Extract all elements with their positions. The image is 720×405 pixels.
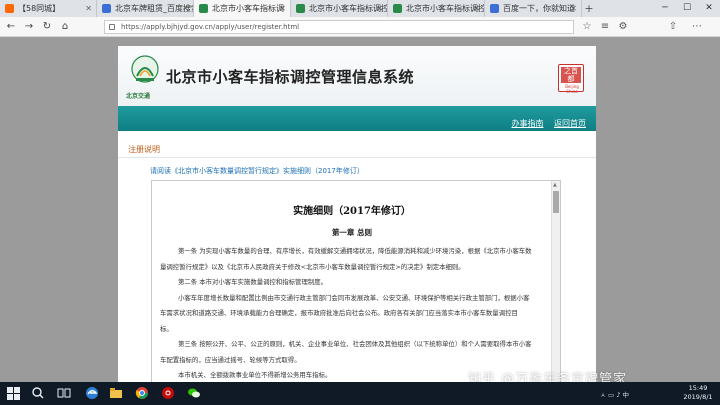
browser-tab[interactable]: 北京市小客车指标调 ✕ (194, 0, 291, 17)
netease-music-icon[interactable] (160, 385, 176, 401)
document-line: 第二条 本市对小客车实施数量调控和指标管理制度。 (178, 278, 328, 286)
address-bar: ← → ↻ ⌂ https://apply.bjhjyd.gov.cn/appl… (0, 17, 720, 37)
close-window-icon[interactable]: ✕ (698, 0, 720, 17)
logo-caption: 北京交通 (126, 93, 151, 100)
system-tray[interactable]: ㅅ ▭ ♪ 中 (600, 389, 629, 399)
document-line: 车配置指标的，应当通过摇号、轮候等方式取得。 (160, 355, 301, 364)
site-header: 北京交通 北京市小客车指标调控管理信息系统 之首都 Beijing China (118, 46, 596, 106)
rules-notice-link[interactable]: 请阅读《北京市小客车数量调控暂行规定》实施细则（2017年修订） (150, 166, 364, 176)
url-input[interactable]: https://apply.bjhjyd.gov.cn/apply/user/r… (104, 20, 574, 34)
emblem-text: 之首都 (561, 67, 581, 83)
back-icon[interactable]: ← (4, 20, 18, 34)
tab-label: 北京市小客车指标调 (212, 4, 284, 13)
tab-close-icon[interactable]: ✕ (85, 0, 92, 17)
rules-document-box[interactable]: 实施细则（2017年修订） 第一章 总则 第一条 为实现小客车数量的合理、有序增… (151, 180, 561, 382)
edge-browser-icon[interactable] (84, 385, 100, 401)
tab-close-icon[interactable]: ✕ (182, 0, 189, 17)
refresh-icon[interactable]: ↻ (40, 20, 54, 34)
tab-favicon-icon (393, 4, 402, 13)
tab-favicon-icon (102, 4, 111, 13)
lock-icon (109, 24, 115, 30)
maximize-icon[interactable]: ☐ (676, 0, 698, 17)
browser-tab[interactable]: 百度一下，你就知道 ✕ (485, 0, 582, 17)
clock-date: 2019/8/1 (683, 393, 713, 401)
document-line: 第一条 为实现小客车数量的合理、有序增长，有效缓解交通拥堵状况，降低能源消耗和减… (178, 247, 532, 255)
url-text: https://apply.bjhjyd.gov.cn/apply/user/r… (121, 23, 300, 31)
minimize-icon[interactable]: ─ (654, 0, 676, 17)
window-controls: ─ ☐ ✕ (654, 0, 720, 17)
wechat-icon[interactable] (186, 385, 202, 401)
home-icon[interactable]: ⌂ (58, 20, 72, 34)
reading-list-icon[interactable]: ≡ (598, 20, 612, 34)
taskbar-clock[interactable]: 15:49 2019/8/1 (680, 384, 716, 402)
new-tab-button[interactable]: + (582, 0, 596, 17)
scroll-up-icon[interactable]: ▲ (553, 182, 557, 188)
document-scrollbar[interactable]: ▲ (551, 181, 560, 382)
document-line: 小客车年度增长数量和配置比例由市交通行政主管部门会同市发展改革、公安交通、环境保… (178, 293, 530, 302)
tab-favicon-icon (5, 4, 14, 13)
tab-close-icon[interactable]: ✕ (376, 0, 383, 17)
scrollbar-thumb[interactable] (553, 191, 559, 213)
forward-icon[interactable]: → (22, 20, 36, 34)
beijing-transport-logo-icon (131, 55, 159, 83)
tab-label: 【58同城】 (18, 4, 61, 13)
tab-close-icon[interactable]: ✕ (473, 0, 480, 17)
clock-time: 15:49 (688, 384, 708, 392)
windows-start-icon[interactable] (5, 385, 21, 401)
emblem-caption: Beijing China (565, 84, 579, 94)
document-line: 第三条 按照公开、公平、公正的原则，机关、企业事业单位、社会团体及其他组织（以下… (178, 340, 532, 348)
nav-link-guide[interactable]: 办事指南 (511, 119, 543, 128)
section-heading: 注册说明 (128, 145, 160, 154)
tab-strip: 【58同城】 ✕ 北京车牌租赁_百度搜索 ✕ 北京市小客车指标调 ✕ 北京市小客车指标调控 ✕… (0, 0, 720, 17)
taskbar: ㅅ ▭ ♪ 中 15:49 2019/8/1 (0, 382, 720, 405)
tab-close-icon[interactable]: ✕ (279, 0, 286, 17)
browser-tab[interactable]: 【58同城】 ✕ (0, 0, 97, 17)
task-view-icon[interactable] (56, 385, 72, 401)
tab-favicon-icon (490, 4, 499, 13)
more-menu-icon[interactable]: ⋯ (690, 20, 704, 34)
browser-tab[interactable]: 北京车牌租赁_百度搜索 ✕ (97, 0, 194, 17)
document-title: 实施细则（2017年修订） (293, 206, 411, 217)
nav-links: 办事指南 返回首页 (503, 118, 586, 129)
site-container: 北京交通 北京市小客车指标调控管理信息系统 之首都 Beijing China … (118, 46, 596, 382)
extensions-icon[interactable]: ⚙ (616, 20, 630, 34)
browser-tab[interactable]: 北京市小客车指标调控 ✕ (388, 0, 485, 17)
chrome-icon[interactable] (134, 385, 150, 401)
file-explorer-icon[interactable] (108, 385, 124, 401)
page-title: 北京市小客车指标调控管理信息系统 (166, 68, 415, 86)
tab-label: 百度一下，你就知道 (503, 4, 575, 13)
page-viewport: 北京交通 北京市小客车指标调控管理信息系统 之首都 Beijing China … (0, 38, 720, 382)
tab-favicon-icon (296, 4, 305, 13)
site-nav-bar: 办事指南 返回首页 (118, 106, 596, 131)
tab-close-icon[interactable]: ✕ (570, 0, 577, 17)
search-icon[interactable] (30, 385, 46, 401)
tab-favicon-icon (199, 4, 208, 13)
nav-link-home[interactable]: 返回首页 (554, 119, 586, 128)
section-heading-bar: 注册说明 (118, 142, 596, 158)
chapter-heading: 第一章 总则 (331, 228, 373, 237)
browser-tab[interactable]: 北京市小客车指标调控 ✕ (291, 0, 388, 17)
document-line: 标。 (160, 324, 173, 333)
share-icon[interactable]: ⇧ (666, 20, 680, 34)
beijing-emblem-icon: 之首都 Beijing China (558, 64, 584, 94)
document-line: 车需求状况和道路交通、环境承载能力合理确定，报市政府批准后向社会公布。政府各有关… (160, 309, 518, 317)
star-icon[interactable]: ☆ (580, 20, 594, 34)
document-line: 量调控暂行规定》以及《北京市人民政府关于修改<北京市小客车数量调控暂行规定>的决… (160, 262, 465, 271)
